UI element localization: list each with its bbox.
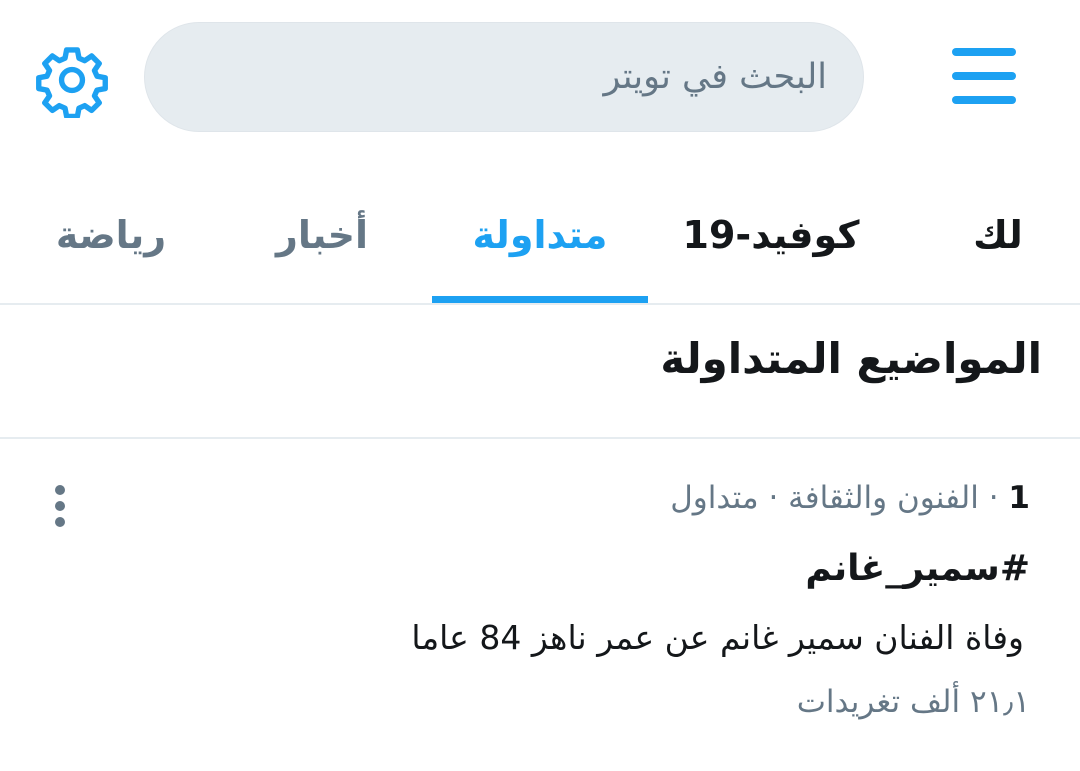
- meta-separator: ·: [768, 480, 779, 516]
- hamburger-menu-icon: [952, 48, 1016, 104]
- hamburger-menu-button[interactable]: [944, 40, 1024, 120]
- section-divider: [0, 437, 1080, 439]
- meta-separator: ·: [988, 480, 999, 516]
- trend-hashtag[interactable]: #سمير_غانم: [805, 548, 1030, 589]
- trend-status: متداول: [670, 480, 759, 516]
- top-bar: [0, 0, 1080, 160]
- tab-trending[interactable]: متداولة: [432, 180, 648, 290]
- explore-tabs: لك كوفيد-19 متداولة أخبار رياضة: [0, 180, 1080, 304]
- tabs-divider: [0, 303, 1080, 305]
- trend-meta: 1 · الفنون والثقافة · متداول: [670, 480, 1030, 516]
- trend-tweet-count: ٢١٫١ ألف تغريدات: [796, 684, 1030, 720]
- section-title: المواضيع المتداولة: [660, 334, 1042, 383]
- tab-covid-19[interactable]: كوفيد-19: [676, 180, 866, 290]
- search-input[interactable]: [145, 23, 863, 131]
- search-box[interactable]: [144, 22, 864, 132]
- tab-news[interactable]: أخبار: [262, 180, 382, 290]
- trend-item[interactable]: 1 · الفنون والثقافة · متداول #سمير_غانم …: [0, 440, 1080, 740]
- settings-button[interactable]: [34, 42, 110, 118]
- trend-rank: 1: [1008, 480, 1030, 516]
- trend-description: وفاة الفنان سمير غانم عن عمر ناهز 84 عام…: [411, 618, 1024, 657]
- tab-sports[interactable]: رياضة: [46, 180, 176, 290]
- gear-icon: [36, 47, 108, 118]
- more-vertical-icon: [55, 485, 65, 527]
- tab-for-you[interactable]: لك: [960, 180, 1036, 290]
- trend-category: الفنون والثقافة: [788, 480, 979, 516]
- more-options-button[interactable]: [40, 480, 80, 536]
